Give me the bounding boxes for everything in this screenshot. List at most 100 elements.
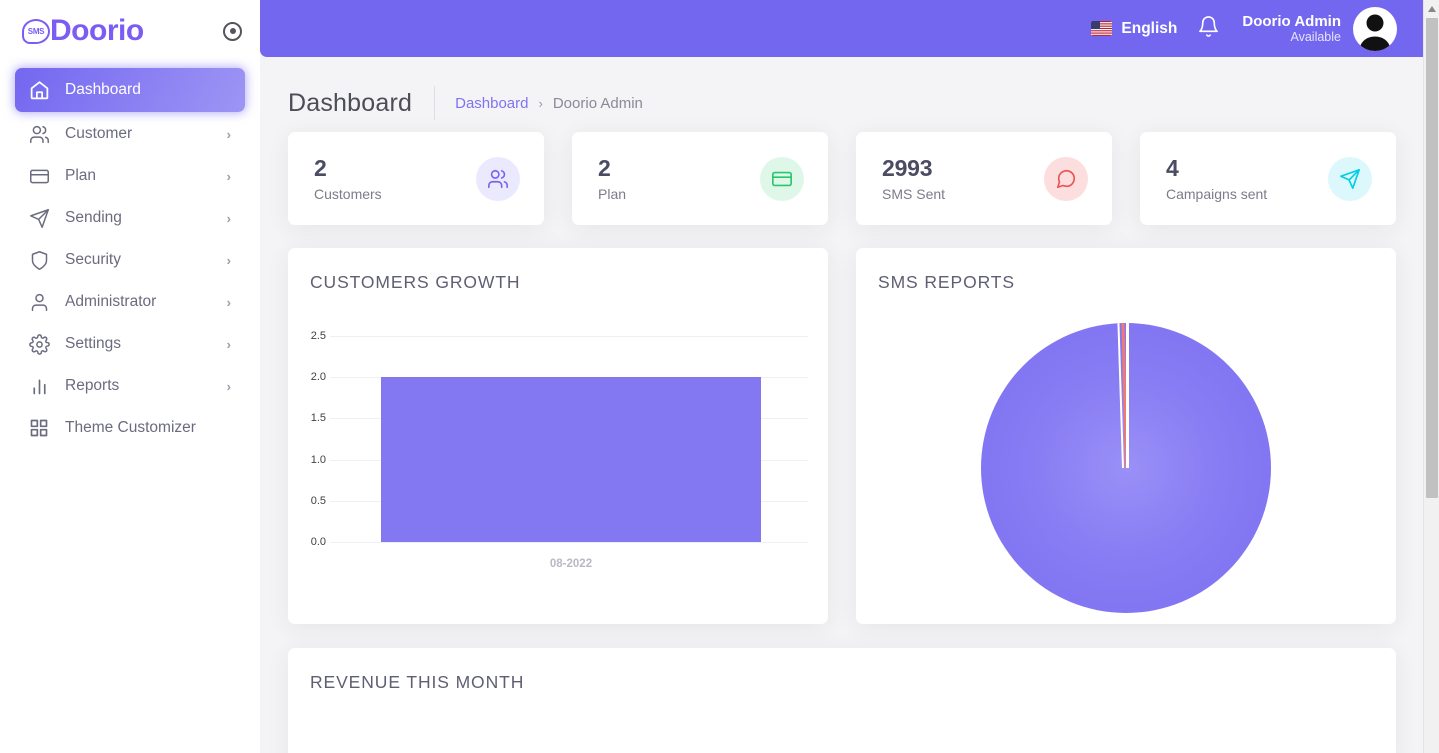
x-axis-tick-label: 08-2022 [549,558,593,570]
brand-name: Doorio [50,14,144,47]
user-avatar-icon [1359,14,1391,51]
user-icon [27,290,51,314]
stat-label: Customers [314,185,382,202]
scrollbar-thumb[interactable] [1426,18,1438,498]
bar-chart-icon [27,374,51,398]
avatar[interactable] [1353,6,1397,51]
sidebar-item-customer[interactable]: Customer › [15,113,245,155]
bar-series-value[interactable] [381,377,761,542]
sidebar-item-dashboard[interactable]: Dashboard [15,68,245,112]
stat-text: 2993 SMS Sent [882,155,1044,201]
circle-dot-icon[interactable] [223,21,242,41]
sidebar-item-reports[interactable]: Reports › [15,365,245,407]
chevron-right-icon: › [226,168,231,184]
customers-growth-card: CUSTOMERS GROWTH 0.0 0.5 1.0 1.5 2.0 2.5 08-20… [288,248,828,624]
y-axis-tick-label: 1.5 [310,412,326,425]
credit-card-icon [760,156,804,201]
stat-label: Plan [598,185,627,202]
pie-separator [1126,323,1129,468]
sidebar-item-label: Security [65,251,121,268]
sms-reports-title: SMS REPORTS [878,272,1015,292]
chevron-right-icon: › [226,378,231,394]
chevron-right-icon: › [538,95,543,111]
sidebar-item-label: Administrator [65,293,157,310]
breadcrumb: Dashboard › Doorio Admin [455,95,643,112]
stat-card-campaigns-sent[interactable]: 4 Campaigns sent [1140,132,1396,225]
y-axis-tick-label: 1.0 [310,453,326,466]
customers-growth-title: CUSTOMERS GROWTH [310,272,521,292]
send-icon [27,206,51,230]
main-content: Dashboard Dashboard › Doorio Admin 2 Cus… [260,57,1439,753]
users-icon [476,156,520,201]
logo[interactable]: SMS Doorio [22,14,144,48]
user-status: Available [1290,29,1341,44]
y-axis-tick-label: 0.0 [310,536,326,548]
sidebar-item-sending[interactable]: Sending › [15,197,245,239]
sidebar-item-label: Dashboard [65,81,141,98]
stat-card-sms-sent[interactable]: 2993 SMS Sent [856,132,1112,225]
stat-card-plan[interactable]: 2 Plan [572,132,828,225]
breadcrumb-current: Doorio Admin [552,94,643,112]
revenue-card: REVENUE THIS MONTH [288,648,1396,753]
stat-text: 2 Customers [314,155,476,201]
charts-row: CUSTOMERS GROWTH 0.0 0.5 1.0 1.5 2.0 2.5 08-20… [260,225,1439,624]
gridline [330,336,808,337]
language-selector[interactable]: English [1091,20,1177,38]
revenue-title: REVENUE THIS MONTH [310,672,525,692]
gridline [330,542,808,543]
y-axis-tick-label: 2.0 [310,371,326,384]
send-icon [1328,156,1372,201]
grid-icon [27,416,51,440]
page-header: Dashboard Dashboard › Doorio Admin [260,57,1439,120]
stats-row: 2 Customers 2 Plan 2993 SMS Sent 4 Campa… [260,119,1439,225]
shield-icon [27,248,51,272]
breadcrumb-link-dashboard[interactable]: Dashboard [455,95,528,112]
bell-icon[interactable] [1197,15,1220,43]
stat-card-customers[interactable]: 2 Customers [288,132,544,225]
brand-header: SMS Doorio [0,0,260,62]
sidebar-item-label: Reports [65,377,120,394]
sidebar-item-administrator[interactable]: Administrator › [15,281,245,323]
scroll-up-arrow-icon[interactable] [1424,0,1439,17]
stat-label: SMS Sent [882,185,946,202]
top-navbar: English Doorio Admin Available [260,0,1439,57]
sidebar-item-theme-customizer[interactable]: Theme Customizer [15,407,245,449]
page-title: Dashboard [288,88,413,117]
us-flag-icon [1091,21,1113,36]
chevron-right-icon: › [226,210,231,226]
sidebar-item-label: Sending [65,209,122,226]
user-info: Doorio Admin Available [1242,13,1341,45]
sidebar-item-settings[interactable]: Settings › [15,323,245,365]
user-name: Doorio Admin [1242,12,1341,30]
chevron-right-icon: › [226,294,231,310]
sidebar-item-label: Customer [65,125,133,142]
customers-growth-chart[interactable]: 0.0 0.5 1.0 1.5 2.0 2.5 08-2022 [288,310,828,610]
sidebar: SMS Doorio Dashboard Customer › Plan › S… [0,0,260,753]
chevron-right-icon: › [226,252,231,268]
stat-value: 2993 [882,155,933,182]
sms-reports-chart[interactable] [856,312,1396,624]
user-menu[interactable]: Doorio Admin Available [1242,6,1397,51]
stat-text: 4 Campaigns sent [1166,155,1328,201]
sidebar-item-plan[interactable]: Plan › [15,155,245,197]
sidebar-item-security[interactable]: Security › [15,239,245,281]
credit-card-icon [27,164,51,188]
sidebar-item-label: Settings [65,335,122,352]
chevron-right-icon: › [226,336,231,352]
stat-value: 4 [1166,155,1179,182]
y-axis-tick-label: 2.5 [310,330,326,342]
sms-bubble-icon: SMS [22,18,50,44]
y-axis-tick-label: 0.5 [310,494,326,507]
sms-reports-card: SMS REPORTS [856,248,1396,624]
language-label: English [1121,19,1178,37]
home-icon [27,78,51,102]
sidebar-item-label: Theme Customizer [65,419,196,436]
sms-badge-text: SMS [27,26,45,36]
users-icon [27,122,51,146]
pie-chart[interactable] [981,323,1271,613]
stat-label: Campaigns sent [1166,185,1268,202]
page-scrollbar[interactable] [1423,0,1439,753]
sidebar-nav: Dashboard Customer › Plan › Sending › Se… [0,62,260,449]
stat-value: 2 [598,155,611,182]
divider [434,86,436,120]
